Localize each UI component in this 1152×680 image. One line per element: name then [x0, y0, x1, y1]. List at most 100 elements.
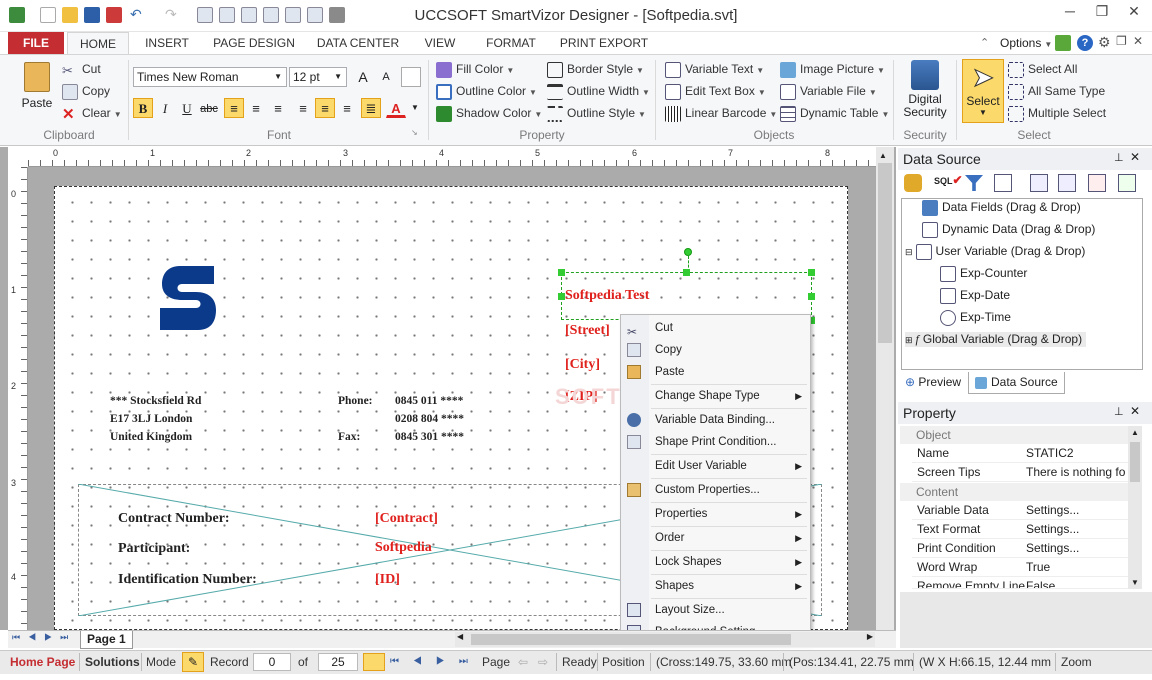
doc-title[interactable]: Softpedia Test: [565, 288, 649, 304]
wrap-text-icon[interactable]: ≣: [361, 98, 381, 118]
property-scrollbar[interactable]: ▲ ▼: [1128, 426, 1142, 589]
id-value[interactable]: [ID]: [375, 572, 400, 588]
tab-file[interactable]: FILE: [8, 32, 64, 54]
close-panel-icon[interactable]: ✕: [1130, 404, 1140, 418]
align-middle-icon[interactable]: ≡: [315, 98, 335, 118]
skin-icon[interactable]: [1055, 35, 1071, 51]
menu-item-custom-properties[interactable]: Custom Properties...: [621, 479, 810, 501]
property-row[interactable]: Text Format Settings...: [912, 520, 1128, 539]
dynamic-table-button[interactable]: Dynamic Table ▼: [780, 104, 889, 122]
property-row[interactable]: Variable Data Settings...: [912, 501, 1128, 520]
settings-gear-icon[interactable]: ⚙: [1098, 34, 1111, 51]
canvas-horizontal-scrollbar[interactable]: ◀ ▶: [455, 632, 875, 647]
contract-value[interactable]: [Contract]: [375, 511, 438, 527]
tree-item-dynamic-data[interactable]: Dynamic Data (Drag & Drop): [922, 222, 1095, 238]
doc-city[interactable]: [City]: [565, 357, 600, 373]
tree-item-exp-time[interactable]: Exp-Time: [940, 310, 1011, 326]
select-button[interactable]: ➤ Select ▼: [962, 59, 1004, 123]
border-style-button[interactable]: Border Style ▼: [547, 60, 644, 78]
menu-item-shape-print-condition[interactable]: Shape Print Condition...: [621, 431, 810, 453]
grow-font-button[interactable]: A: [353, 67, 373, 87]
shadow-color-button[interactable]: Shadow Color ▼: [436, 104, 542, 122]
category-object[interactable]: Object: [900, 426, 1128, 444]
tab-view[interactable]: VIEW: [418, 32, 462, 54]
paste-button[interactable]: Paste: [18, 60, 56, 116]
scroll-thumb[interactable]: [471, 634, 791, 645]
page-nav-arrows-icon[interactable]: ⏮◀▶⏭: [12, 632, 76, 643]
menu-item-properties[interactable]: Properties ▶: [621, 503, 810, 525]
doc-street[interactable]: [Street]: [565, 323, 610, 339]
close-button[interactable]: ✕: [1118, 0, 1150, 24]
scroll-thumb[interactable]: [878, 163, 892, 343]
tree-item-exp-date[interactable]: Exp-Date: [940, 288, 1010, 304]
linear-barcode-button[interactable]: Linear Barcode ▼: [665, 104, 777, 122]
restore-doc-icon[interactable]: ❐: [1116, 34, 1127, 48]
menu-item-copy[interactable]: Copy: [621, 339, 810, 361]
tab-home[interactable]: HOME: [67, 32, 129, 54]
font-size-select[interactable]: 12 pt ▼: [289, 67, 347, 87]
zoom-label[interactable]: Zoom: [1061, 652, 1092, 672]
chart-icon[interactable]: [1118, 174, 1136, 192]
font-color-button[interactable]: A: [386, 98, 406, 118]
clear-button[interactable]: ✕ Clear ▼: [62, 104, 122, 123]
tree-item-exp-counter[interactable]: Exp-Counter: [940, 266, 1027, 282]
database-icon[interactable]: [904, 174, 922, 192]
outline-style-button[interactable]: Outline Style ▼: [547, 104, 646, 122]
menu-item-layout-size[interactable]: Layout Size...: [621, 599, 810, 621]
tab-print-export[interactable]: PRINT EXPORT: [558, 32, 650, 54]
solutions-link[interactable]: Solutions: [85, 652, 140, 672]
multiple-select-button[interactable]: Multiple Select: [1008, 104, 1106, 122]
property-row[interactable]: Screen Tips There is nothing fo: [912, 463, 1128, 482]
resize-handle[interactable]: [683, 269, 690, 276]
scroll-thumb[interactable]: [1130, 442, 1140, 482]
scroll-left-icon[interactable]: ◀: [457, 632, 463, 641]
design-mode-icon[interactable]: ✎: [182, 652, 204, 672]
fax-label[interactable]: Fax:: [338, 431, 360, 443]
property-row[interactable]: Name STATIC2: [912, 444, 1128, 463]
bold-button[interactable]: B: [133, 98, 153, 118]
record-nav-icon[interactable]: ⏮◀▶⏭: [390, 652, 482, 672]
sort-icon[interactable]: [994, 174, 1012, 192]
tab-format[interactable]: FORMAT: [480, 32, 542, 54]
phone-value[interactable]: 0845 011 ****: [395, 395, 463, 407]
digital-security-button[interactable]: Digital Security: [898, 60, 952, 119]
menu-item-cut[interactable]: ✂ Cut: [621, 317, 810, 339]
page-tab[interactable]: Page 1: [80, 631, 133, 649]
align-top-icon[interactable]: ≡: [293, 98, 313, 118]
canvas-vertical-scrollbar[interactable]: ▲: [876, 147, 894, 630]
pin-icon[interactable]: ⊥: [1114, 405, 1124, 418]
dialog-launcher-icon[interactable]: ↘: [411, 128, 418, 137]
variable-file-button[interactable]: Variable File ▼: [780, 82, 877, 100]
rotate-handle[interactable]: [684, 248, 692, 256]
outline-width-button[interactable]: Outline Width ▼: [547, 82, 650, 100]
scroll-down-icon[interactable]: ▼: [1131, 578, 1139, 587]
sql-icon[interactable]: SQL✔: [934, 173, 963, 187]
horizontal-ruler[interactable]: 0 1 2 3 4 5 6 7 8: [28, 147, 876, 167]
shrink-font-button[interactable]: A: [376, 67, 396, 87]
edit-text-box-button[interactable]: Edit Text Box ▼: [665, 82, 766, 100]
menu-item-variable-data-binding[interactable]: Variable Data Binding...: [621, 409, 810, 431]
menu-item-change-shape-type[interactable]: Change Shape Type ▶: [621, 385, 810, 407]
property-row[interactable]: Print Condition Settings...: [912, 539, 1128, 558]
address-line[interactable]: United Kingdom: [110, 431, 192, 443]
menu-item-lock-shapes[interactable]: Lock Shapes ▶: [621, 551, 810, 573]
options-menu[interactable]: Options ▼: [1000, 36, 1052, 50]
font-family-select[interactable]: Times New Roman ▼: [133, 67, 287, 87]
home-page-link[interactable]: Home Page: [10, 652, 75, 672]
minimize-button[interactable]: ─: [1054, 0, 1086, 24]
copy-button[interactable]: Copy: [62, 82, 110, 100]
record-input[interactable]: 0: [253, 653, 291, 671]
scroll-right-icon[interactable]: ▶: [867, 632, 873, 641]
property-row[interactable]: Word Wrap True: [912, 558, 1128, 577]
maximize-button[interactable]: ❐: [1086, 0, 1118, 24]
contract-label[interactable]: Contract Number:: [118, 511, 230, 527]
tree-item-data-fields[interactable]: Data Fields (Drag & Drop): [922, 200, 1081, 216]
resize-handle[interactable]: [808, 293, 815, 300]
menu-item-shapes[interactable]: Shapes ▶: [621, 575, 810, 597]
all-same-type-button[interactable]: All Same Type: [1008, 82, 1105, 100]
menu-item-paste[interactable]: Paste: [621, 361, 810, 383]
page-view-icon[interactable]: [363, 653, 385, 671]
fax-value[interactable]: 0845 301 ****: [395, 431, 464, 443]
italic-button[interactable]: I: [155, 98, 175, 118]
page-forward-icon[interactable]: ⇨: [538, 652, 548, 672]
